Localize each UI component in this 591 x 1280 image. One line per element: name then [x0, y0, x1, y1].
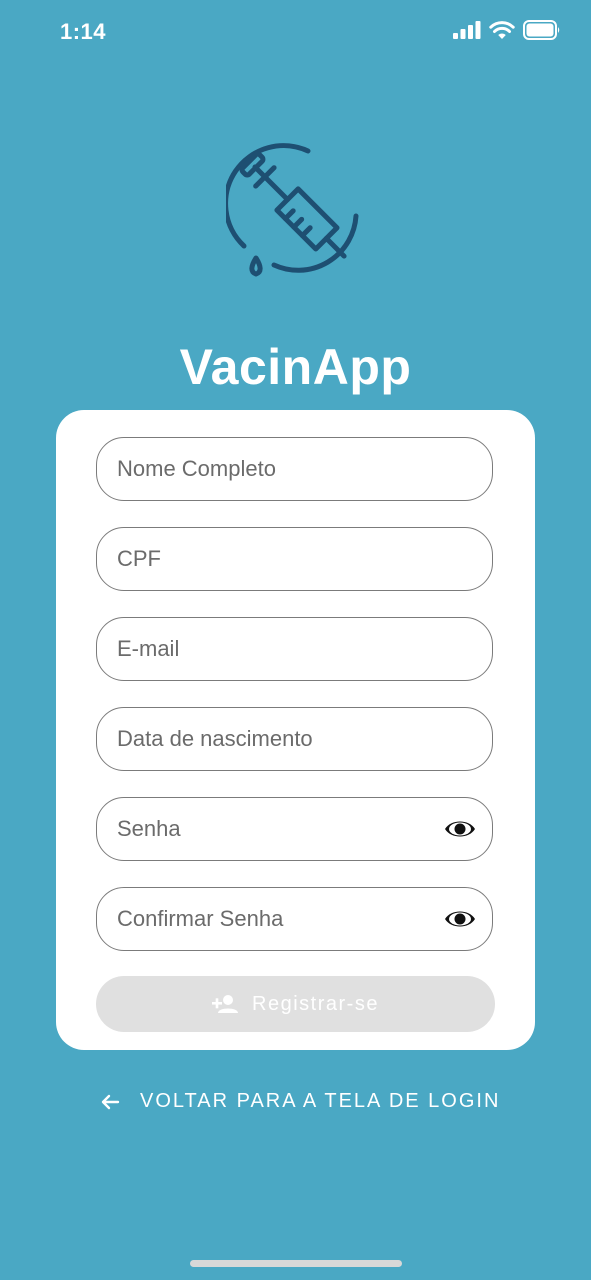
- wifi-icon: [489, 21, 515, 39]
- signal-icon: [453, 21, 481, 39]
- status-time: 1:14: [60, 19, 107, 44]
- arrow-left-icon: [101, 1094, 120, 1109]
- email-field[interactable]: E-mail: [96, 617, 493, 681]
- birthdate-placeholder: Data de nascimento: [117, 726, 313, 751]
- status-icons: [453, 20, 561, 40]
- home-indicator[interactable]: [190, 1260, 402, 1267]
- full-name-field[interactable]: Nome Completo: [96, 437, 493, 501]
- full-name-placeholder: Nome Completo: [117, 456, 276, 481]
- eye-icon[interactable]: [444, 905, 476, 933]
- email-placeholder: E-mail: [117, 636, 180, 661]
- eye-icon[interactable]: [444, 815, 476, 843]
- cpf-field[interactable]: CPF: [96, 527, 493, 591]
- register-form-card: Nome Completo CPF E-mail Data de nascime…: [56, 410, 535, 1050]
- confirm-password-field[interactable]: Confirmar Senha: [96, 887, 493, 951]
- cpf-placeholder: CPF: [117, 546, 161, 571]
- confirm-password-placeholder: Confirmar Senha: [117, 906, 284, 931]
- register-button[interactable]: Registrar-se: [96, 976, 495, 1032]
- app-title: VacinApp: [179, 339, 412, 395]
- birthdate-field[interactable]: Data de nascimento: [96, 707, 493, 771]
- register-label: Registrar-se: [252, 992, 379, 1015]
- password-placeholder: Senha: [117, 816, 181, 841]
- status-bar: 1:14: [0, 0, 591, 64]
- back-to-login-label: VOLTAR PARA A TELA DE LOGIN: [140, 1090, 501, 1112]
- password-field[interactable]: Senha: [96, 797, 493, 861]
- battery-icon: [523, 20, 560, 40]
- person-add-icon: [212, 995, 239, 1013]
- syringe-icon: [226, 143, 359, 277]
- back-to-login-link[interactable]: VOLTAR PARA A TELA DE LOGIN: [100, 1090, 500, 1113]
